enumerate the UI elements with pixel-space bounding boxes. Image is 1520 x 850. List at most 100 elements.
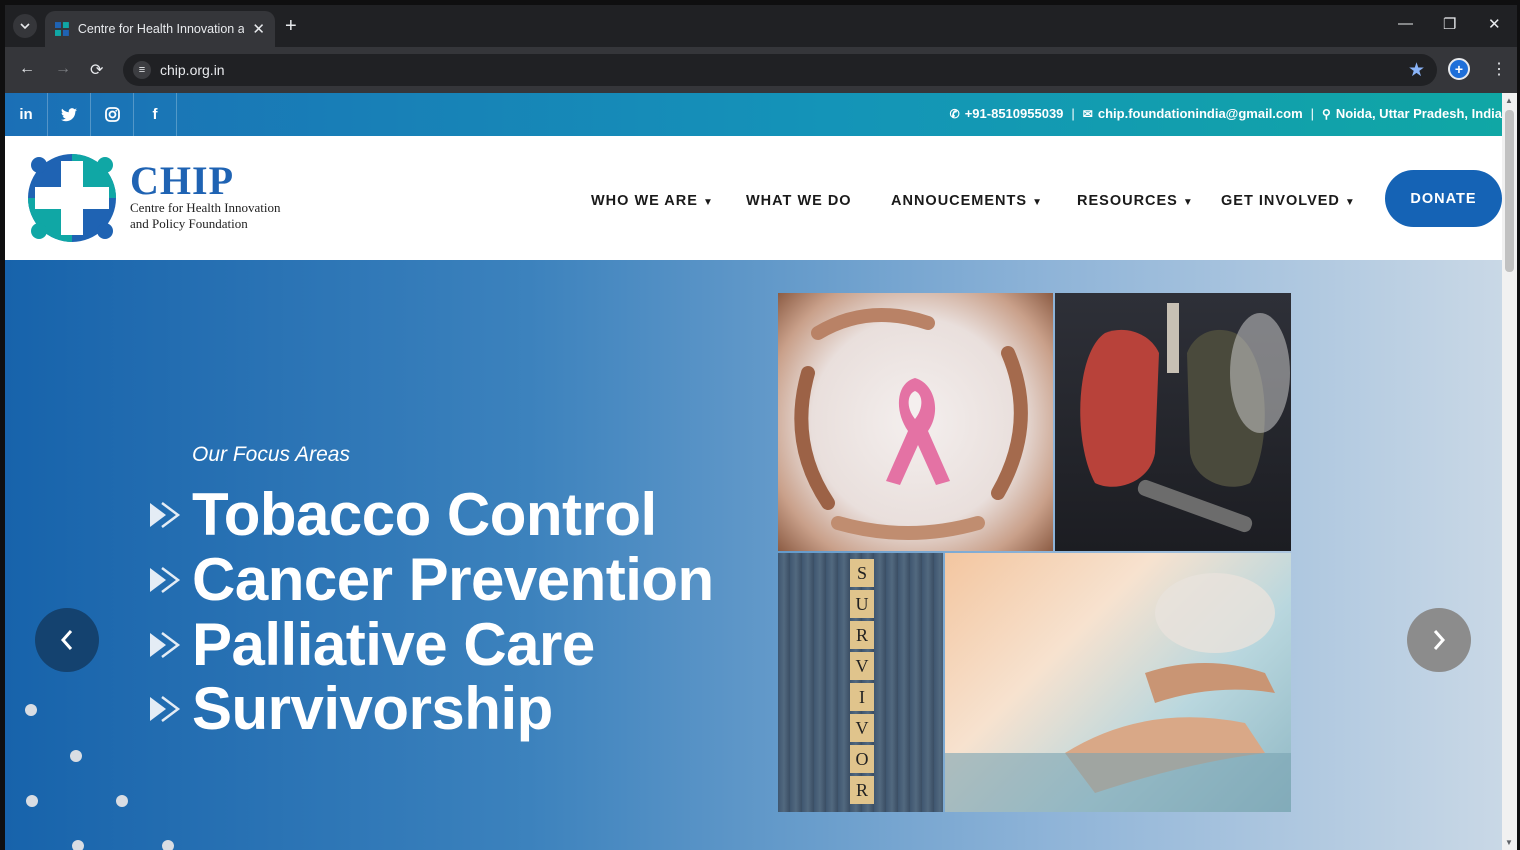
reload-icon[interactable]: ⟳ [90,60,103,80]
double-chevron-icon [150,631,181,658]
browser-window: Centre for Health Innovation and Policy … [5,5,1517,850]
active-tab[interactable]: Centre for Health Innovation and Policy … [45,11,275,47]
chevron-left-icon [60,630,73,650]
donate-button[interactable]: DONATE [1385,170,1502,227]
logo-title: CHIP [130,158,234,203]
chevron-down-icon: ▼ [1182,197,1194,208]
focus-areas-collage: S U R V I V O R [778,293,1291,812]
instagram-icon[interactable] [91,93,134,136]
nav-label: GET INVOLVED [1221,193,1340,209]
scrollbar-thumb[interactable] [1505,110,1514,272]
separator: | [1310,106,1315,121]
decor-dot [116,795,128,807]
forward-icon[interactable]: → [55,60,71,78]
contact-info: ✆ +91-8510955039 | ✉ chip.foundationindi… [950,106,1502,121]
browser-menu-icon[interactable]: ⋮ [1491,59,1507,79]
survivor-tiles-photo: S U R V I V O R [778,553,943,812]
letter-tile: S [850,559,874,587]
letter-tile: V [850,652,874,680]
focus-area-item: Cancer Prevention [148,545,714,614]
twitter-bird-icon [61,107,77,121]
bookmark-star-icon[interactable]: ★ [1408,59,1425,82]
letter-tile: O [850,745,874,773]
address-bar[interactable]: ≡ chip.org.in ★ [123,54,1437,86]
logo-subtitle-line-1: Centre for Health Innovation [130,200,281,215]
instagram-glyph-icon [104,107,120,122]
decor-dot [162,840,174,850]
close-window-icon[interactable]: ✕ [1488,15,1501,33]
decor-dot [70,750,82,762]
facebook-label: f [152,106,158,123]
letter-tile: R [850,776,874,804]
chevron-down-icon: ▼ [1344,197,1356,208]
nav-what-we-do[interactable]: WHAT WE DO [746,193,852,209]
site-favicon-icon [55,22,69,36]
contact-topbar: in f ✆ +91-8510955039 | ✉ chip.foundatio… [5,93,1502,136]
logo-subtitle-line-2: and Policy Foundation [130,216,248,231]
location-text: Noida, Uttar Pradesh, India [1335,106,1502,121]
page-viewport: in f ✆ +91-8510955039 | ✉ chip.foundatio… [5,93,1517,850]
scroll-up-icon[interactable]: ▲ [1505,96,1513,105]
caring-hands-illustration-icon [945,573,1291,812]
restore-icon[interactable]: ❐ [1443,15,1456,33]
letter-tiles: S U R V I V O R [850,559,874,807]
facebook-icon[interactable]: f [134,93,177,136]
lungs-smoke-photo [1055,293,1291,551]
double-chevron-icon [150,695,181,722]
double-chevron-icon [150,566,181,593]
chip-logo-icon[interactable] [25,151,119,245]
tab-strip: Centre for Health Innovation and Policy … [5,5,1517,47]
page-scrollbar[interactable]: ▲ ▼ [1502,93,1517,850]
scroll-down-icon[interactable]: ▼ [1505,838,1513,847]
slider-prev-button[interactable] [35,608,99,672]
nav-label: RESOURCES [1077,193,1178,209]
nav-label: ANNOUCEMENTS [891,193,1028,209]
nav-who-we-are[interactable]: WHO WE ARE ▼ [591,193,714,209]
site-settings-icon[interactable]: ≡ [133,61,151,79]
nav-label: WHAT WE DO [746,193,852,209]
back-icon[interactable]: ← [19,60,35,78]
lungs-illustration-icon [1080,303,1290,533]
tab-search-button[interactable] [13,14,37,38]
chevron-down-icon: ▼ [702,197,714,208]
phone-icon: ✆ [949,106,960,121]
logo-wordmark[interactable]: CHIP Centre for Health Innovation and Po… [130,158,281,232]
browser-toolbar: ← → ⟳ ≡ chip.org.in ★ + ⋮ [5,47,1517,93]
focus-area-label: Tobacco Control [192,481,657,548]
hero-slider: Our Focus Areas Tobacco Control Cancer P… [5,260,1502,850]
close-tab-icon[interactable]: ✕ [252,20,265,38]
double-chevron-icon [150,501,181,528]
url-text[interactable]: chip.org.in [160,62,225,78]
focus-area-item: Tobacco Control [148,480,657,549]
tab-title: Centre for Health Innovation and Policy … [77,22,245,36]
chevron-right-icon [1433,630,1446,650]
palliative-care-photo [945,553,1291,812]
site-header: CHIP Centre for Health Innovation and Po… [5,136,1502,260]
envelope-icon: ✉ [1082,106,1093,121]
slider-next-button[interactable] [1407,608,1471,672]
nav-label: WHO WE ARE [591,193,698,209]
chevron-down-icon: ▼ [1032,197,1043,208]
letter-tile: I [850,683,874,711]
letter-tile: R [850,621,874,649]
nav-resources[interactable]: RESOURCES ▼ [1077,193,1194,209]
pink-ribbon-icon [794,308,1028,540]
extension-icon[interactable]: + [1448,58,1470,80]
linkedin-icon[interactable]: in [5,93,48,136]
nav-annoucements[interactable]: ANNOUCEMENTS ▼ [891,193,1043,209]
twitter-icon[interactable] [48,93,91,136]
decor-dot [25,704,37,716]
new-tab-button[interactable]: + [285,15,297,38]
minimize-icon[interactable]: — [1398,15,1413,32]
linkedin-label: in [19,106,33,123]
cancer-ribbon-hands-photo [778,293,1053,551]
focus-area-item: Survivorship [148,674,553,743]
nav-get-involved[interactable]: GET INVOLVED ▼ [1221,193,1356,209]
focus-area-label: Palliative Care [192,611,595,678]
phone-link[interactable]: +91-8510955039 [965,106,1064,121]
hero-eyebrow: Our Focus Areas [192,443,350,466]
chevron-down-icon [20,23,30,30]
focus-area-label: Cancer Prevention [192,546,714,613]
letter-tile: V [850,714,874,742]
email-link[interactable]: chip.foundationindia@gmail.com [1098,106,1303,121]
